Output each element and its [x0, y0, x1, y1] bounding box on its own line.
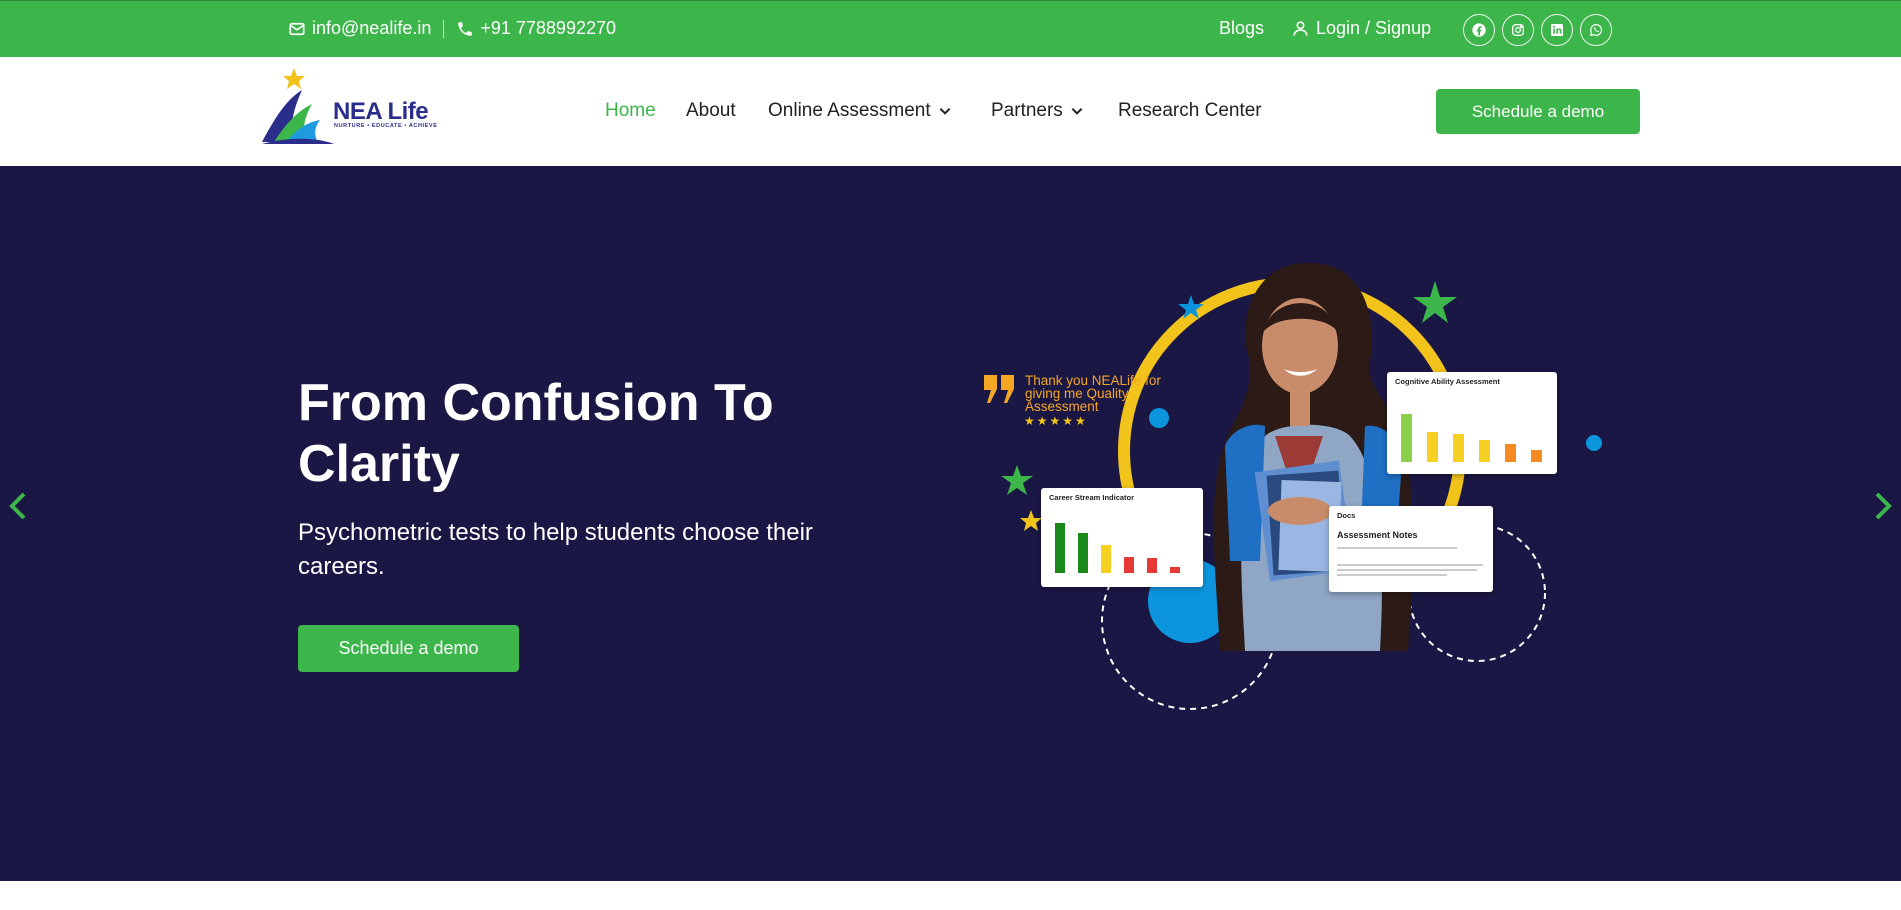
doc-line [1337, 574, 1447, 576]
hero-title: From Confusion To Clarity [298, 374, 774, 493]
contact-divider [443, 19, 445, 38]
mail-icon [289, 22, 305, 35]
carousel-prev-arrow-icon[interactable] [6, 488, 30, 524]
nav-partners-label: Partners [991, 100, 1063, 121]
chart-bar [1078, 533, 1088, 573]
instagram-icon [1512, 24, 1524, 36]
nav-online-assessment[interactable]: Online Assessment [768, 100, 952, 122]
docs-card-label: Docs [1337, 511, 1356, 520]
chart-bar [1401, 414, 1412, 462]
login-signup-link[interactable]: Login / Signup [1291, 18, 1431, 39]
nav-online-assessment-label: Online Assessment [768, 100, 931, 121]
testimonial-quote: Thank you NEALife for giving me Quality … [1025, 373, 1161, 414]
star-icon [1413, 281, 1457, 323]
chart-bar [1505, 444, 1516, 462]
chart-bar [1147, 558, 1157, 573]
nav-research-center[interactable]: Research Center [1118, 100, 1262, 122]
quote-icon [984, 375, 1014, 403]
chart-bar [1055, 523, 1065, 573]
chart-bar [1427, 432, 1438, 462]
brand-name: NEA Life [333, 98, 429, 125]
blue-dot [1586, 435, 1602, 451]
login-signup-label: Login / Signup [1316, 18, 1432, 38]
instagram-button[interactable] [1502, 14, 1534, 46]
facebook-button[interactable] [1463, 14, 1495, 46]
career-bars [1051, 510, 1196, 573]
chart-bar [1101, 545, 1111, 573]
career-stream-card: Career Stream Indicator [1041, 488, 1203, 587]
contact-phone[interactable]: +91 7788992270 [480, 18, 616, 39]
user-icon [1293, 21, 1308, 36]
schedule-demo-button-header[interactable]: Schedule a demo [1436, 89, 1640, 134]
schedule-demo-button-hero[interactable]: Schedule a demo [298, 625, 519, 672]
chevron-down-icon [939, 107, 951, 115]
star-icon [1020, 510, 1042, 531]
star-icon [1001, 465, 1033, 495]
whatsapp-button[interactable] [1580, 14, 1612, 46]
cognitive-card-title: Cognitive Ability Assessment [1395, 377, 1500, 386]
contact-info: info@nealife.in +91 7788992270 [288, 18, 616, 39]
top-bar: info@nealife.in +91 7788992270 Blogs Log… [0, 0, 1901, 57]
linkedin-icon [1551, 24, 1563, 36]
chart-bar [1479, 440, 1490, 462]
chart-bar [1531, 450, 1542, 462]
testimonial-stars: ★★★★★ [1024, 414, 1088, 428]
cognitive-ability-card: Cognitive Ability Assessment [1387, 372, 1557, 474]
whatsapp-icon [1589, 24, 1603, 37]
hero-subtitle: Psychometric tests to help students choo… [298, 519, 813, 580]
linkedin-button[interactable] [1541, 14, 1573, 46]
doc-line [1337, 564, 1483, 566]
doc-line [1337, 569, 1477, 571]
nav-home-label: Home [605, 100, 656, 121]
assessment-notes-card: Docs Assessment Notes [1329, 506, 1493, 592]
chevron-down-icon [1071, 107, 1083, 115]
nav-home[interactable]: Home [605, 100, 656, 122]
contact-email[interactable]: info@nealife.in [312, 18, 431, 39]
nav-about-label: About [686, 100, 736, 121]
docs-card-title: Assessment Notes [1337, 530, 1418, 540]
brand-tagline: NURTURE • EDUCATE • ACHIEVE [334, 123, 438, 129]
chart-bar [1453, 434, 1464, 462]
chart-bar [1170, 567, 1180, 573]
nav-partners[interactable]: Partners [991, 100, 1084, 122]
cognitive-bars [1397, 392, 1547, 462]
hero-section: From Confusion To Clarity Psychometric t… [0, 166, 1901, 881]
nav-research-center-label: Research Center [1118, 100, 1262, 121]
student-photo [1213, 262, 1414, 651]
blogs-link[interactable]: Blogs [1219, 18, 1264, 39]
facebook-icon [1472, 23, 1486, 37]
career-card-title: Career Stream Indicator [1049, 493, 1135, 502]
chart-bar [1124, 557, 1134, 573]
carousel-next-arrow-icon[interactable] [1871, 488, 1895, 524]
phone-icon [458, 21, 473, 36]
doc-line [1337, 547, 1457, 549]
page-bottom [0, 881, 1901, 910]
nav-about[interactable]: About [686, 100, 736, 122]
